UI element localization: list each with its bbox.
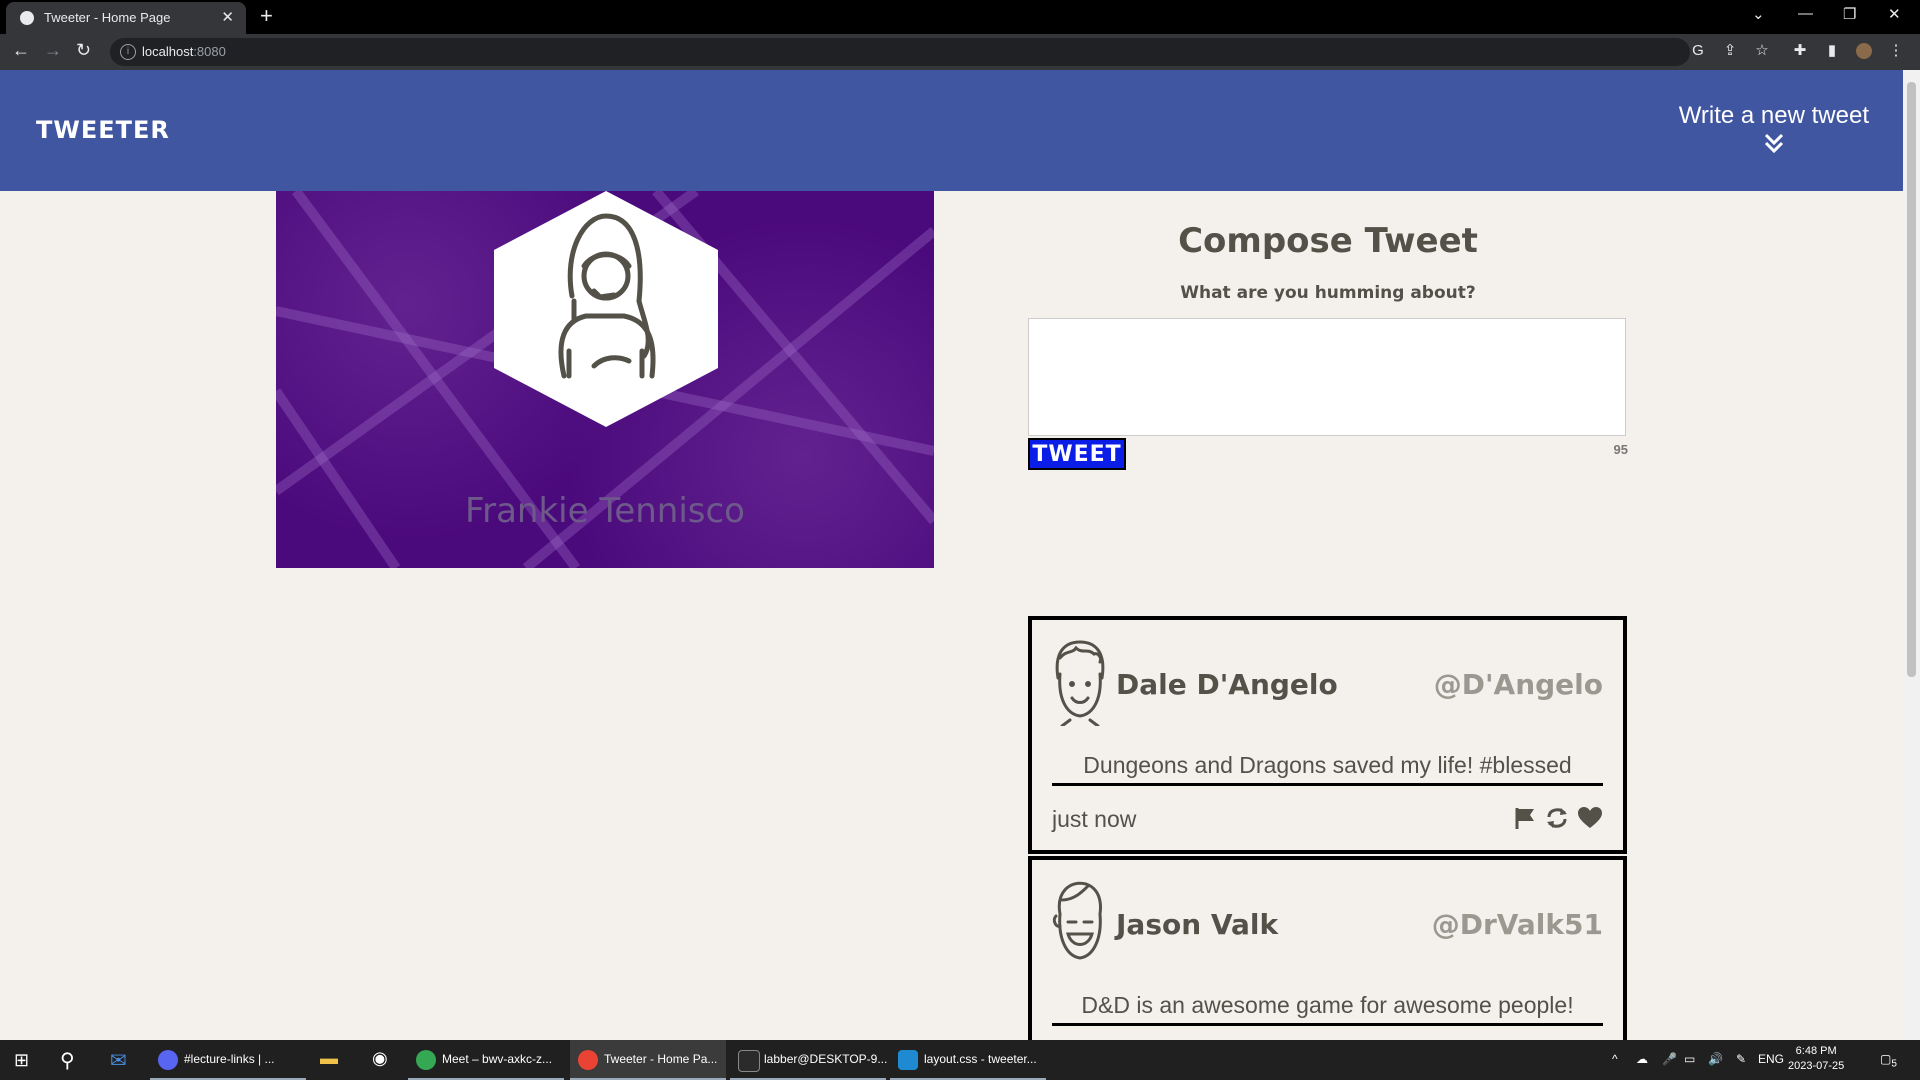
character-counter: 95: [1613, 442, 1628, 457]
menu-kebab-icon[interactable]: ⋮: [1888, 43, 1904, 59]
side-panel-icon[interactable]: ▮: [1824, 43, 1840, 59]
microphone-icon[interactable]: 🎤: [1662, 1052, 1677, 1066]
info-icon[interactable]: i: [120, 44, 136, 60]
mail-icon[interactable]: ✉: [110, 1048, 127, 1073]
user-avatar: [494, 191, 718, 427]
tweet-author-name: Dale D'Angelo: [1116, 668, 1338, 701]
reload-icon[interactable]: ↻: [76, 40, 91, 61]
vscode-icon: [898, 1050, 918, 1070]
bookmark-star-icon[interactable]: ☆: [1754, 43, 1770, 59]
window-close-icon[interactable]: ✕: [1888, 5, 1901, 23]
taskbar-app-label: labber@DESKTOP-9...: [764, 1052, 888, 1066]
browser-tabstrip: Tweeter - Home Page ✕ + ⌄ — ❐ ✕: [0, 0, 1920, 34]
forward-icon[interactable]: →: [44, 40, 62, 61]
tweet-card: Jason Valk @DrValk51 D&D is an awesome g…: [1028, 856, 1627, 1040]
globe-icon: [20, 11, 34, 25]
tweet-author-handle: @D'Angelo: [1433, 668, 1603, 701]
tweet-timestamp: just now: [1052, 806, 1137, 832]
minimize-icon[interactable]: —: [1798, 5, 1813, 22]
taskbar-app-chrome-meet[interactable]: Meet – bwv-axkc-z...: [408, 1040, 564, 1080]
profile-header: Frankie Tennisco: [276, 191, 934, 568]
write-new-tweet-label: Write a new tweet: [1678, 102, 1869, 129]
new-tab-icon[interactable]: +: [260, 3, 273, 29]
onedrive-icon[interactable]: ☁: [1636, 1052, 1648, 1066]
address-bar[interactable]: i localhost:8080: [110, 38, 1690, 66]
tray-chevron-up-icon[interactable]: ^: [1612, 1052, 1618, 1066]
tweet-author-name: Jason Valk: [1116, 908, 1279, 941]
share-icon[interactable]: ⇪: [1722, 43, 1738, 59]
close-icon[interactable]: ✕: [221, 8, 234, 26]
network-icon[interactable]: ▭: [1684, 1052, 1695, 1066]
clock-date: 2023-07-25: [1788, 1060, 1845, 1072]
browser-toolbar: ← → ↻ i localhost:8080 G ⇪ ☆ ✚ ▮ ⋮: [0, 34, 1920, 70]
extensions-icon[interactable]: ✚: [1792, 43, 1808, 59]
taskbar-app-vscode[interactable]: layout.css - tweeter...: [890, 1040, 1046, 1080]
double-chevron-down-icon: [1764, 133, 1783, 154]
tweet-content: Dungeons and Dragons saved my life! #ble…: [1052, 752, 1603, 786]
compose-title: Compose Tweet: [1178, 221, 1478, 261]
tweet-actions: [1510, 806, 1603, 836]
profile-name: Frankie Tennisco: [465, 491, 745, 531]
compose-prompt-label: What are you humming about?: [1180, 283, 1476, 303]
taskbar-app-chrome-tweeter[interactable]: Tweeter - Home Pa...: [570, 1040, 726, 1080]
pen-icon[interactable]: ✎: [1736, 1052, 1746, 1066]
search-icon[interactable]: ⚲: [60, 1048, 75, 1073]
terminal-icon: [738, 1050, 760, 1072]
tweeter-logo[interactable]: TWEETER: [36, 116, 170, 144]
taskbar-app-discord[interactable]: #lecture-links | ...: [150, 1040, 306, 1080]
tweet-card: Dale D'Angelo @D'Angelo Dungeons and Dra…: [1028, 616, 1627, 854]
taskbar-app-label: Meet – bwv-axkc-z...: [442, 1052, 553, 1066]
steam-icon[interactable]: ◉: [372, 1048, 388, 1069]
file-explorer-icon[interactable]: ▬: [320, 1048, 338, 1069]
volume-icon[interactable]: 🔊: [1708, 1052, 1723, 1066]
windows-taskbar: ⊞ ⚲ ✉ #lecture-links | ... ▬ ◉ Meet – bw…: [0, 1040, 1920, 1080]
taskbar-clock[interactable]: 6:48 PM 2023-07-25: [1788, 1044, 1844, 1074]
google-lens-icon[interactable]: G: [1690, 43, 1706, 59]
tab-title: Tweeter - Home Page: [44, 10, 171, 25]
windows-start-icon[interactable]: ⊞: [14, 1050, 29, 1071]
page-scrollbar[interactable]: [1903, 70, 1920, 1040]
profile-avatar-icon[interactable]: [1856, 43, 1872, 59]
scrollbar-thumb[interactable]: [1907, 82, 1916, 677]
notification-icon[interactable]: ▢5: [1880, 1052, 1897, 1069]
taskbar-app-label: #lecture-links | ...: [184, 1052, 275, 1066]
language-indicator[interactable]: ENG: [1758, 1052, 1784, 1066]
chevron-down-icon[interactable]: ⌄: [1752, 5, 1765, 23]
chrome-icon: [416, 1050, 436, 1070]
compose-tweet-section: Compose Tweet What are you humming about…: [1028, 191, 1628, 470]
url-text: localhost:8080: [142, 44, 226, 59]
heart-icon[interactable]: [1577, 806, 1603, 835]
back-icon[interactable]: ←: [12, 40, 30, 61]
tweet-author-handle: @DrValk51: [1431, 908, 1603, 941]
tweet-author-avatar: [1055, 640, 1105, 726]
taskbar-app-terminal[interactable]: labber@DESKTOP-9...: [730, 1040, 888, 1080]
tweet-author-avatar: [1052, 881, 1102, 960]
clock-time: 6:48 PM: [1795, 1045, 1837, 1057]
tweet-text-input[interactable]: [1028, 318, 1626, 436]
notification-count: 5: [1891, 1058, 1897, 1070]
top-nav: TWEETER Write a new tweet: [0, 70, 1903, 191]
browser-tab-tweeter[interactable]: Tweeter - Home Page ✕: [6, 2, 246, 34]
write-new-tweet-button[interactable]: Write a new tweet: [1679, 102, 1869, 154]
retweet-icon[interactable]: [1545, 806, 1569, 835]
flag-icon[interactable]: [1514, 806, 1536, 835]
chrome-icon: [578, 1050, 598, 1070]
taskbar-app-label: layout.css - tweeter...: [924, 1052, 1037, 1066]
restore-icon[interactable]: ❐: [1843, 5, 1856, 23]
taskbar-app-label: Tweeter - Home Pa...: [604, 1052, 718, 1066]
page-viewport: TWEETER Write a new tweet Frankie Tennis…: [0, 70, 1903, 1040]
tweet-content: D&D is an awesome game for awesome peopl…: [1052, 992, 1603, 1026]
tweet-submit-button[interactable]: TWEET: [1028, 438, 1126, 470]
discord-icon: [158, 1050, 178, 1070]
